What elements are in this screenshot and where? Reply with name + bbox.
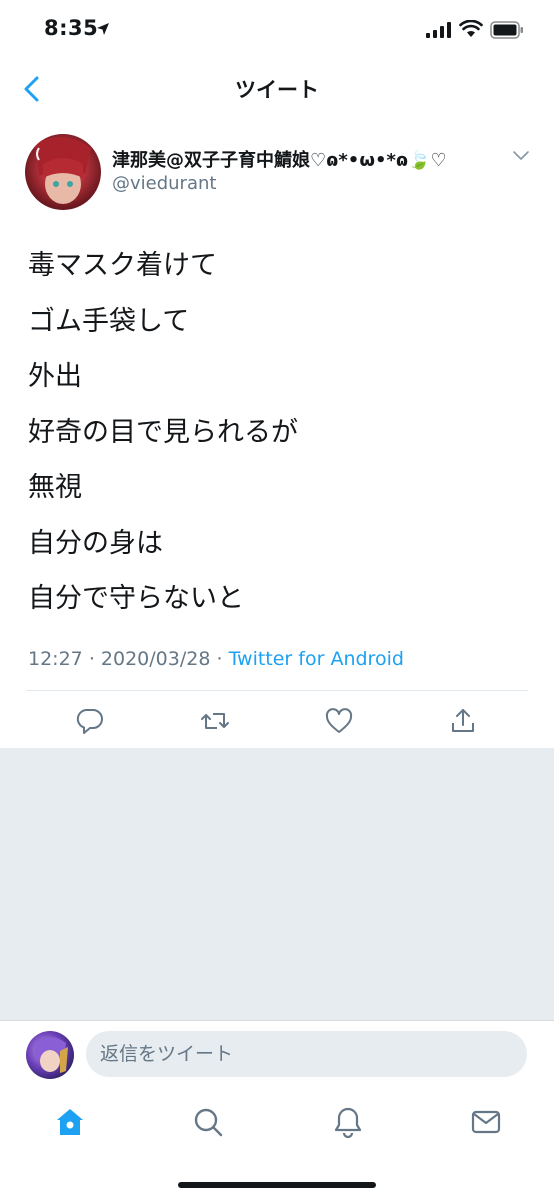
page-title: ツイート bbox=[235, 78, 319, 102]
home-indicator bbox=[178, 1182, 376, 1188]
notifications-icon[interactable] bbox=[332, 1106, 364, 1138]
avatar-image bbox=[35, 136, 91, 204]
tweet-text: 毒マスク着けて ゴム手袋して 外出 好奇の目で見られるが 無視 自分の身は 自分… bbox=[28, 238, 298, 627]
status-bar: 8:35 bbox=[0, 0, 554, 60]
chevron-down-icon[interactable] bbox=[512, 150, 530, 162]
tweet-metadata: 12:27 · 2020/03/28 · Twitter for Android bbox=[28, 648, 404, 670]
search-icon[interactable] bbox=[192, 1106, 224, 1138]
nav-bar: ツイート bbox=[0, 60, 554, 119]
reply-bar: 返信をツイート bbox=[0, 1020, 554, 1087]
tweet-text-line: ゴム手袋して bbox=[28, 305, 190, 337]
author-display-name[interactable]: 津那美@双子子育中鯖娘♡ɷ*•ω•*ɷ🍃♡ bbox=[112, 146, 447, 172]
reply-input[interactable]: 返信をツイート bbox=[86, 1031, 527, 1077]
retweet-icon[interactable] bbox=[200, 706, 230, 736]
tweet-text-line: 好奇の目で見られるが bbox=[28, 416, 298, 448]
share-icon[interactable] bbox=[448, 706, 478, 736]
tweet-text-line: 無視 bbox=[28, 472, 82, 503]
tweet-text-line: 毒マスク着けて bbox=[28, 250, 217, 281]
meta-separator: · bbox=[216, 648, 223, 670]
reply-icon[interactable] bbox=[75, 706, 105, 736]
tweet-text-line: 自分の身は bbox=[28, 527, 163, 559]
divider bbox=[26, 690, 528, 691]
tweet-date: 2020/03/28 bbox=[100, 648, 211, 670]
cellular-signal-icon bbox=[426, 22, 451, 38]
current-user-avatar[interactable] bbox=[26, 1031, 74, 1079]
author-avatar[interactable] bbox=[25, 134, 101, 210]
tweet-source-link[interactable]: Twitter for Android bbox=[229, 648, 404, 670]
location-arrow-icon bbox=[97, 23, 109, 35]
tweet-detail: 津那美@双子子育中鯖娘♡ɷ*•ω•*ɷ🍃♡ @viedurant 毒マスク着けて… bbox=[0, 118, 554, 748]
like-icon[interactable] bbox=[324, 706, 354, 736]
meta-separator: · bbox=[88, 648, 95, 670]
avatar-image bbox=[34, 1037, 68, 1073]
tweet-text-line: 外出 bbox=[28, 361, 82, 392]
tweet-text-line: 自分で守らないと bbox=[28, 583, 244, 614]
messages-icon[interactable] bbox=[470, 1106, 502, 1138]
author-username[interactable]: @viedurant bbox=[112, 173, 216, 194]
home-icon[interactable] bbox=[54, 1106, 86, 1138]
wifi-icon bbox=[459, 20, 483, 37]
empty-replies-area bbox=[0, 748, 554, 1020]
status-time: 8:35 bbox=[44, 16, 99, 40]
battery-icon bbox=[490, 21, 523, 39]
tweet-time: 12:27 bbox=[28, 648, 83, 670]
